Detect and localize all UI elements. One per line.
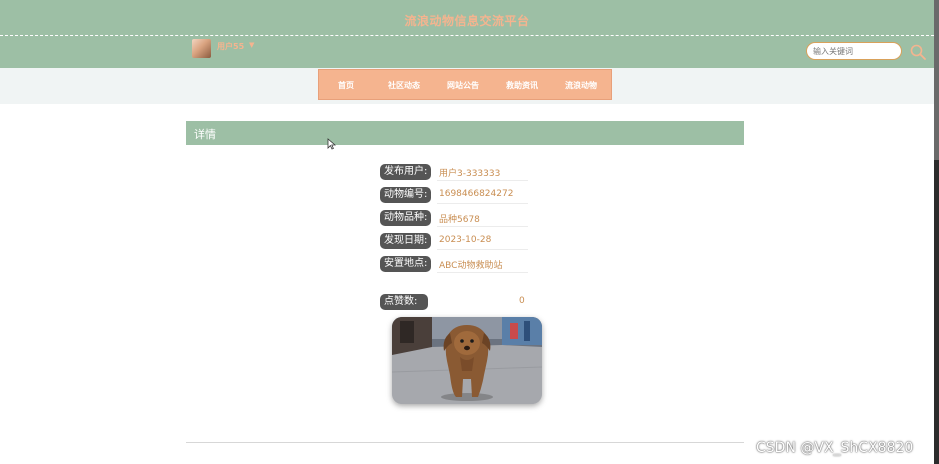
field-label-publisher: 发布用户: [380, 164, 432, 180]
field-divider [437, 180, 528, 181]
animal-photo [392, 317, 542, 404]
field-divider [437, 272, 528, 273]
field-label-animal-id: 动物编号: [380, 187, 432, 203]
field-label-breed: 动物品种: [380, 210, 432, 226]
field-value-publisher: 用户3-333333 [439, 169, 501, 179]
nav-item-announcements[interactable]: 网站公告 [447, 80, 479, 91]
field-value-animal-id: 1698466824272 [439, 189, 514, 199]
chevron-down-icon[interactable]: ▼ [249, 41, 254, 49]
field-value-breed: 品种5678 [439, 215, 480, 225]
watermark-text: CSDN @VX_ShCX8820 [756, 440, 914, 456]
likes-count: 0 [519, 296, 525, 306]
username-label[interactable]: 用户55 [217, 41, 244, 52]
detail-header: 详情 [186, 121, 744, 145]
nav-item-home[interactable]: 首页 [338, 80, 354, 91]
likes-label[interactable]: 点赞数: [380, 294, 428, 310]
search-icon[interactable] [910, 44, 926, 60]
nav-item-rescue-news[interactable]: 救助资讯 [506, 80, 538, 91]
scrollbar-thumb[interactable] [934, 0, 939, 160]
user-avatar[interactable] [192, 39, 211, 58]
field-value-found-date: 2023-10-28 [439, 235, 492, 245]
search-input[interactable] [806, 42, 902, 60]
field-divider [437, 203, 528, 204]
nav-item-community[interactable]: 社区动态 [388, 80, 420, 91]
field-divider [437, 249, 528, 250]
header-divider [0, 35, 934, 36]
field-value-location: ABC动物救助站 [439, 261, 503, 271]
detail-title: 详情 [194, 128, 216, 141]
top-header [0, 0, 934, 68]
field-divider [437, 226, 528, 227]
field-label-location: 安置地点: [380, 256, 432, 272]
content-bottom-divider [186, 442, 744, 443]
field-label-found-date: 发现日期: [380, 233, 432, 249]
site-title: 流浪动物信息交流平台 [404, 14, 530, 28]
mouse-cursor-icon [327, 138, 336, 150]
nav-item-stray-animals[interactable]: 流浪动物 [565, 80, 597, 91]
